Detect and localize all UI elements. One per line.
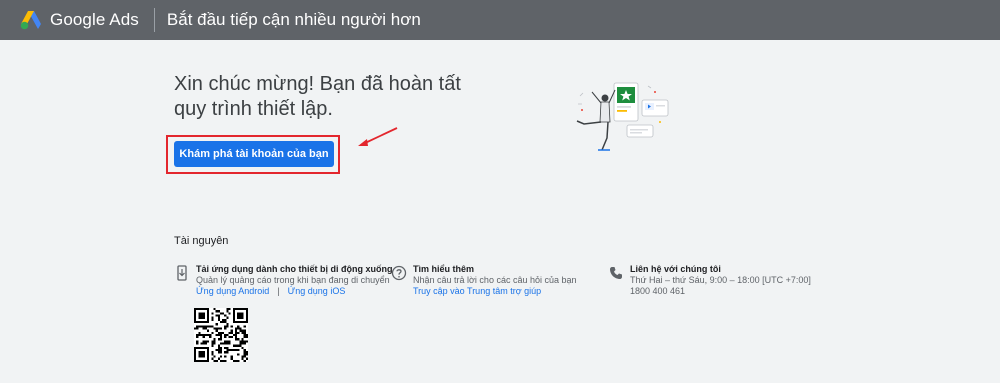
phone-icon <box>610 267 622 279</box>
help-circle-icon <box>391 265 407 281</box>
android-app-link[interactable]: Ứng dụng Android <box>196 286 269 296</box>
google-ads-logo-icon <box>20 11 41 30</box>
explore-account-button[interactable]: Khám phá tài khoản của bạn <box>174 141 334 167</box>
success-illustration <box>576 82 669 151</box>
mobile-app-resource: Tải ứng dụng dành cho thiết bị di động x… <box>174 264 393 297</box>
qr-code-icon <box>194 308 248 362</box>
learn-more-description: Nhận câu trả lời cho các câu hỏi của bạn <box>413 275 577 285</box>
contact-resource: Liên hệ với chúng tôi Thứ Hai – thứ Sáu,… <box>608 264 811 297</box>
mobile-app-heading: Tải ứng dụng dành cho thiết bị di động x… <box>196 264 393 274</box>
help-center-link[interactable]: Truy cập vào Trung tâm trợ giúp <box>413 286 541 296</box>
page-title: Bắt đầu tiếp cận nhiều người hơn <box>166 10 421 29</box>
brand-logo[interactable]: Google Ads <box>20 10 139 30</box>
contact-hours: Thứ Hai – thứ Sáu, 9:00 – 18:00 [UTC +7:… <box>630 275 811 285</box>
header-divider <box>153 8 155 32</box>
resources-title: Tài nguyên <box>174 235 229 247</box>
headline-line-1: Xin chúc mừng! Bạn đã hoàn tất <box>174 73 461 95</box>
link-separator: | <box>277 286 280 296</box>
top-bar: Google Ads Bắt đầu tiếp cận nhiều người … <box>0 0 1000 40</box>
contact-heading: Liên hệ với chúng tôi <box>630 264 721 274</box>
annotation-arrow-icon <box>358 127 398 146</box>
headline-line-2: quy trình thiết lập. <box>174 98 333 120</box>
mobile-app-description: Quản lý quảng cáo trong khi bạn đang di … <box>196 275 390 285</box>
learn-more-heading: Tìm hiểu thêm <box>413 264 475 274</box>
learn-more-resource: Tìm hiểu thêm Nhận câu trả lời cho các c… <box>391 264 577 297</box>
ios-app-link[interactable]: Ứng dụng iOS <box>288 286 346 296</box>
phone-download-icon <box>177 265 187 281</box>
brand-name: Google Ads <box>50 10 139 29</box>
congrats-headline: Xin chúc mừng! Bạn đã hoàn tất quy trình… <box>174 72 474 122</box>
contact-phone: 1800 400 461 <box>630 286 686 296</box>
